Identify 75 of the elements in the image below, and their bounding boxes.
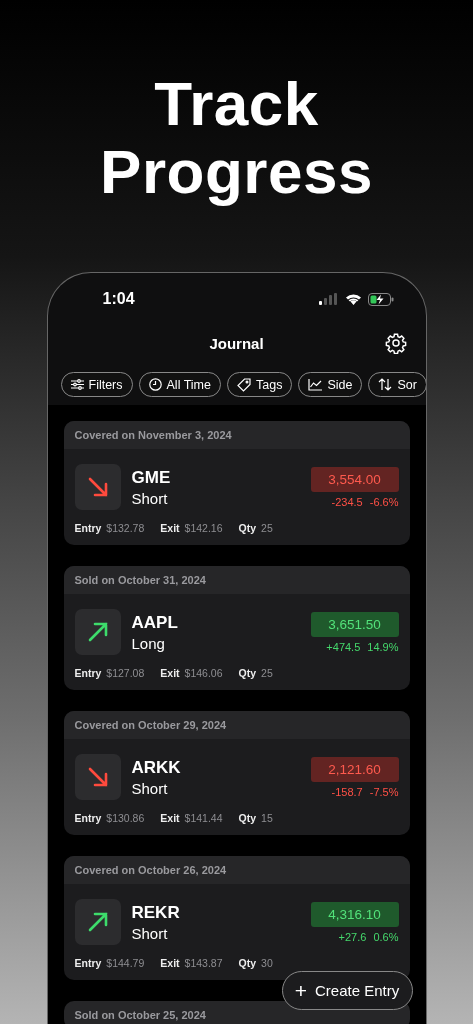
- trade-value: 2,121.60: [310, 756, 399, 782]
- change-amount: -158.7: [331, 785, 363, 798]
- trade-date: Sold on October 25, 2024: [74, 1009, 206, 1021]
- entry-price: $130.86: [106, 812, 145, 824]
- entry-label: Entry: [74, 522, 102, 534]
- filter-chip[interactable]: Filters: [60, 372, 133, 397]
- qty-label: Qty: [238, 667, 257, 679]
- trade-side: Short: [131, 779, 169, 797]
- ticker-symbol: REKR: [131, 902, 180, 923]
- trade-date: Covered on October 29, 2024: [74, 719, 227, 731]
- exit-label: Exit: [160, 522, 180, 534]
- create-entry-button[interactable]: + Create Entry: [281, 971, 413, 1010]
- trade-value: 4,316.10: [310, 901, 399, 927]
- change-percent: -7.5%: [369, 785, 399, 798]
- filter-chip[interactable]: Tags: [227, 372, 293, 397]
- sort-icon: [378, 378, 393, 391]
- trade-card[interactable]: Sold on October 31, 2024 AAPL Long 3,651.50 +474.5 14.9% Entry $127.08 Exit $146.06 Qty 25: [63, 566, 410, 690]
- trade-side: Short: [131, 489, 169, 507]
- exit-price: $143.87: [184, 957, 223, 969]
- change-amount: -234.5: [331, 495, 363, 508]
- trade-value: 3,554.00: [310, 466, 399, 492]
- sliders-icon: [70, 379, 84, 390]
- quantity: 25: [261, 667, 273, 679]
- status-time: 1:04: [102, 290, 135, 308]
- entry-price: $132.78: [106, 522, 145, 534]
- tag-icon: [237, 377, 251, 392]
- trade-side: Long: [131, 634, 166, 652]
- trade-date: Sold on October 31, 2024: [74, 574, 206, 586]
- settings-icon[interactable]: [384, 332, 407, 354]
- ticker-symbol: ARKK: [131, 757, 181, 778]
- exit-price: $146.06: [184, 667, 223, 679]
- screen-title: Journal: [209, 334, 264, 352]
- trade-card[interactable]: Covered on November 3, 2024 GME Short 3,554.00 -234.5 -6.6% Entry $132.78 Exit $142.16 Qty 25: [63, 421, 410, 545]
- exit-price: $141.44: [184, 812, 223, 824]
- filter-chip[interactable]: Sor: [368, 372, 426, 397]
- ticker-symbol: AAPL: [131, 612, 178, 633]
- filter-chip[interactable]: All Time: [138, 372, 221, 397]
- entry-label: Entry: [74, 667, 102, 679]
- arrow-down-right-icon: [86, 476, 109, 498]
- signal-icon: [318, 293, 339, 305]
- qty-label: Qty: [238, 957, 257, 969]
- change-percent: -6.6%: [369, 495, 399, 508]
- trade-side: Short: [131, 924, 169, 942]
- entry-price: $144.79: [106, 957, 145, 969]
- qty-label: Qty: [238, 522, 257, 534]
- exit-label: Exit: [160, 812, 180, 824]
- arrow-up-right-icon: [86, 911, 109, 933]
- trade-card[interactable]: Covered on October 26, 2024 REKR Short 4,316.10 +27.6 0.6% Entry $144.79 Exit $143.87 Qty 30: [63, 856, 410, 980]
- exit-label: Exit: [160, 957, 180, 969]
- exit-label: Exit: [160, 667, 180, 679]
- clock-icon: [148, 378, 162, 391]
- quantity: 30: [261, 957, 273, 969]
- entry-label: Entry: [74, 957, 102, 969]
- trade-date: Covered on November 3, 2024: [74, 429, 232, 441]
- trade-date: Covered on October 26, 2024: [74, 864, 227, 876]
- exit-price: $142.16: [184, 522, 223, 534]
- arrow-down-right-icon: [86, 766, 109, 788]
- quantity: 15: [261, 812, 273, 824]
- filter-chip[interactable]: Side: [298, 372, 363, 397]
- quantity: 25: [261, 522, 273, 534]
- change-amount: +474.5: [326, 640, 361, 653]
- headline: Track Progress: [100, 70, 373, 206]
- entry-price: $127.08: [106, 667, 145, 679]
- wifi-icon: [344, 293, 362, 305]
- change-percent: 14.9%: [367, 640, 399, 653]
- trade-value: 3,651.50: [310, 611, 399, 637]
- battery-charging-icon: [367, 292, 394, 306]
- qty-label: Qty: [238, 812, 257, 824]
- change-amount: +27.6: [338, 930, 367, 943]
- arrow-up-right-icon: [86, 621, 109, 643]
- chart-icon: [308, 378, 323, 391]
- entry-label: Entry: [74, 812, 102, 824]
- trade-card[interactable]: Covered on October 29, 2024 ARKK Short 2,121.60 -158.7 -7.5% Entry $130.86 Exit $141.44 Qty 15: [63, 711, 410, 835]
- change-percent: 0.6%: [373, 930, 399, 943]
- ticker-symbol: GME: [131, 467, 171, 488]
